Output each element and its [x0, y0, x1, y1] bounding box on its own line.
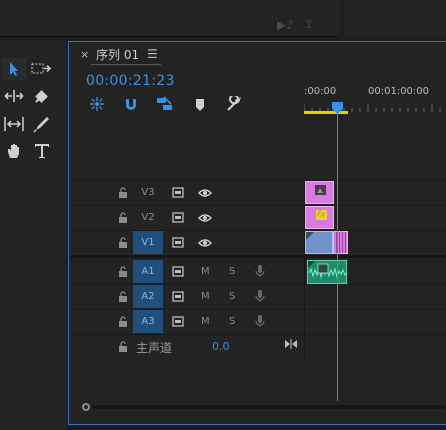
track-divider [70, 205, 446, 206]
marker-icon [196, 99, 204, 111]
microphone-icon[interactable] [255, 289, 265, 303]
linked-selection-icon [157, 96, 172, 110]
mute-button[interactable]: M [201, 291, 210, 302]
track-label-v3[interactable]: V3 [133, 181, 163, 204]
track-select-icon [31, 63, 52, 74]
type-tool[interactable] [30, 140, 54, 162]
clip-v1-a[interactable] [305, 231, 333, 254]
ripple-edit-tool[interactable] [2, 85, 26, 107]
ruler-label-1min: 00:01:00:00 [368, 86, 430, 97]
sync-lock-icon[interactable] [172, 212, 184, 223]
lock-icon[interactable] [118, 316, 128, 327]
ruler-label-start: :00:00 [304, 86, 337, 97]
playhead-timecode[interactable]: 00:00:21:23 [86, 73, 175, 89]
go-to-in-out-icon[interactable] [284, 339, 298, 349]
lock-icon[interactable] [118, 266, 128, 277]
track-label-a2[interactable]: A2 [133, 285, 163, 308]
arrow-icon [10, 62, 18, 76]
track-label-v1[interactable]: V1 [133, 231, 163, 254]
nest-toggle-button[interactable] [89, 96, 105, 116]
linked-selection-button[interactable] [156, 96, 174, 116]
eye-icon[interactable] [198, 238, 212, 248]
magnet-icon [126, 99, 136, 110]
time-ruler[interactable]: :00:00 00:01:00:00 [304, 70, 446, 176]
microphone-icon[interactable] [255, 264, 265, 278]
solo-button[interactable]: S [229, 266, 235, 277]
tools-panel [0, 40, 66, 430]
lock-icon[interactable] [118, 291, 128, 302]
sync-lock-icon[interactable] [172, 291, 184, 302]
clip-corner-icon [306, 232, 314, 240]
sync-lock-icon[interactable] [172, 266, 184, 277]
lock-icon[interactable] [118, 187, 128, 198]
track-select-forward-tool[interactable] [30, 58, 54, 80]
insert-icon[interactable]: ▶♪ [277, 18, 294, 32]
sequence-tab-title[interactable]: 序列 01 [96, 46, 139, 63]
microphone-icon[interactable] [255, 314, 265, 328]
clip-a1[interactable] [307, 260, 348, 284]
razor-icon [35, 90, 48, 103]
selection-tool[interactable] [2, 58, 26, 80]
mute-button[interactable]: M [201, 266, 210, 277]
clip-v1-b[interactable] [333, 231, 348, 254]
sync-lock-icon[interactable] [172, 237, 184, 248]
wrench-icon [227, 94, 241, 111]
top-right-panel [344, 0, 446, 36]
slip-icon [4, 117, 24, 131]
lock-icon[interactable] [118, 341, 128, 352]
sync-lock-icon[interactable] [172, 187, 184, 198]
lock-icon[interactable] [118, 237, 128, 248]
top-panel: ▶♪ ⇪ [0, 0, 340, 37]
sync-lock-icon[interactable] [172, 316, 184, 327]
eye-icon[interactable] [198, 213, 212, 223]
scrollbar-track[interactable] [92, 405, 446, 409]
pen-tool[interactable] [30, 113, 54, 135]
type-icon [35, 144, 49, 158]
track-label-a3[interactable]: A3 [133, 310, 163, 333]
track-divider [70, 180, 446, 181]
solo-button[interactable]: S [229, 316, 235, 327]
eye-icon[interactable] [198, 188, 212, 198]
clip-v2[interactable]: fx [305, 206, 334, 229]
add-marker-button[interactable] [195, 97, 205, 116]
track-label-v2[interactable]: V2 [133, 206, 163, 229]
slip-tool[interactable] [2, 113, 26, 135]
clip-corner-icon [308, 261, 315, 268]
nest-icon [90, 97, 104, 111]
razor-tool[interactable] [30, 85, 54, 107]
track-label-a1[interactable]: A1 [133, 260, 163, 283]
clip-v3[interactable] [305, 181, 334, 204]
solo-button[interactable]: S [229, 291, 235, 302]
lock-icon[interactable] [118, 212, 128, 223]
track-divider [70, 309, 446, 310]
clip-thumbnail-icon [315, 185, 326, 195]
tab-underline [91, 64, 161, 65]
export-frame-icon[interactable]: ⇪ [304, 17, 314, 31]
master-track-label: 主声道 [136, 341, 173, 355]
timeline-settings-button[interactable] [226, 94, 242, 116]
hand-icon [8, 144, 19, 158]
scrollbar-handle-left[interactable] [82, 403, 90, 411]
mute-button[interactable]: M [201, 316, 210, 327]
track-divider [70, 284, 446, 285]
hand-tool[interactable] [2, 140, 26, 162]
fx-badge: fx [316, 210, 327, 220]
track-divider [70, 334, 446, 335]
pen-icon [33, 117, 49, 133]
playhead-line[interactable] [337, 105, 338, 401]
master-volume-value[interactable]: 0.0 [212, 340, 230, 353]
close-tab-icon[interactable]: × [80, 48, 89, 61]
timeline-zoom-scrollbar[interactable] [78, 400, 446, 414]
track-divider [70, 230, 446, 231]
video-audio-divider [70, 255, 446, 258]
ripple-edit-icon [4, 90, 24, 102]
snap-button[interactable] [123, 96, 139, 116]
panel-menu-icon[interactable]: ☰ [147, 47, 158, 61]
